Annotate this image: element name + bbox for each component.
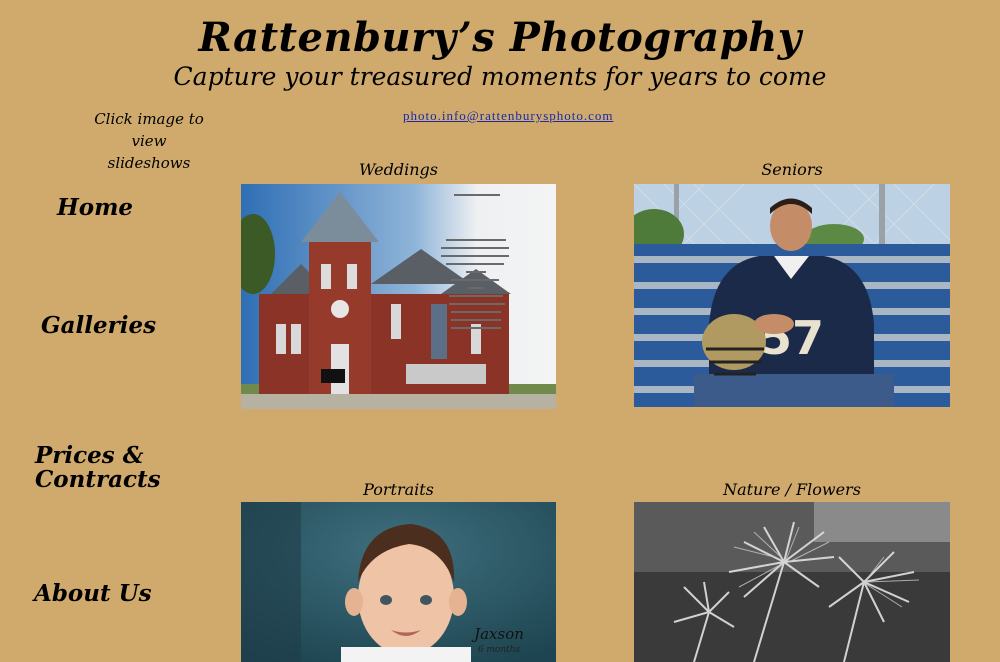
nav-prices-line-1: Prices & bbox=[35, 442, 144, 469]
caption-weddings: Weddings bbox=[359, 160, 438, 179]
portrait-name: Jaxson bbox=[471, 625, 524, 643]
nav-about-us[interactable]: About Us bbox=[34, 582, 152, 606]
nav-galleries[interactable]: Galleries bbox=[41, 314, 156, 338]
site-tagline: Capture your treasured moments for years… bbox=[173, 62, 827, 91]
email-link[interactable]: photo.info@rattenburysphoto.com bbox=[403, 108, 614, 124]
caption-nature-flowers: Nature / Flowers bbox=[723, 480, 861, 499]
nature-flowers-photo[interactable] bbox=[634, 502, 950, 662]
nav-prices-line-2: Contracts bbox=[35, 466, 161, 493]
caption-portraits: Portraits bbox=[363, 480, 434, 499]
nav-home[interactable]: Home bbox=[57, 196, 133, 220]
hint-line-2: view slideshows bbox=[107, 132, 191, 172]
nav-prices-contracts[interactable]: Prices & Contracts bbox=[35, 444, 161, 492]
caption-seniors: Seniors bbox=[761, 160, 823, 179]
portrait-age: 6 months bbox=[478, 645, 521, 655]
weddings-photo[interactable] bbox=[241, 184, 556, 409]
site-title: Rattenbury’s Photography bbox=[198, 14, 802, 61]
slideshow-hint: Click image to view slideshows bbox=[88, 108, 210, 174]
hint-line-1: Click image to bbox=[94, 110, 204, 128]
portraits-photo[interactable]: Jaxson 6 months bbox=[241, 502, 556, 662]
seniors-photo[interactable]: 57 bbox=[634, 184, 950, 407]
